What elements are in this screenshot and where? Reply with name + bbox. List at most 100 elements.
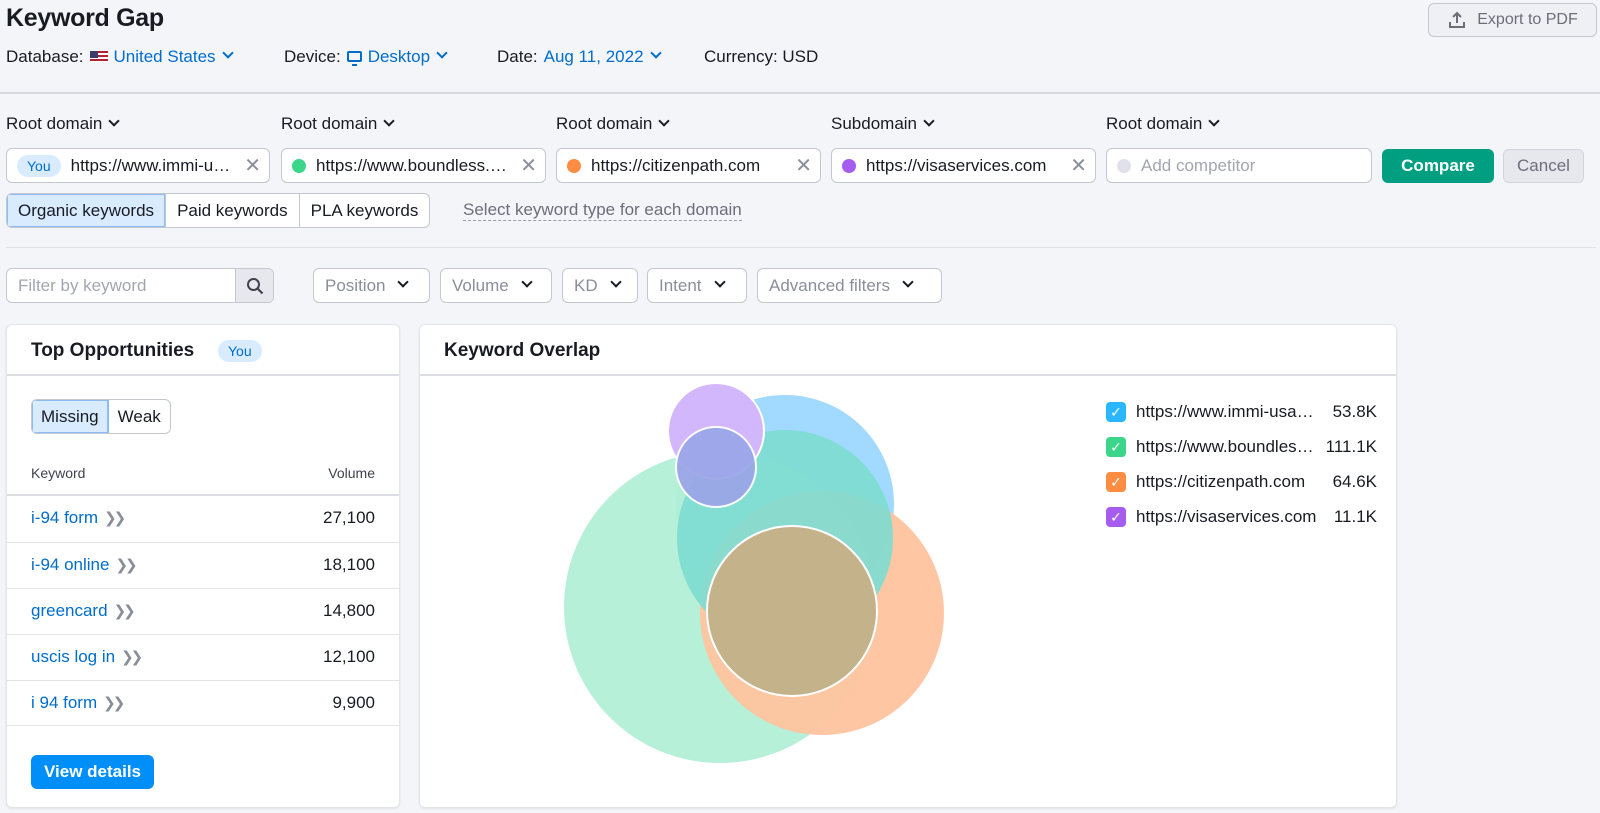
checkbox-icon[interactable]: ✓	[1106, 437, 1126, 457]
close-icon[interactable]: ✕	[520, 153, 537, 178]
volume-value: 14,800	[323, 601, 375, 620]
cancel-button[interactable]: Cancel	[1503, 149, 1584, 183]
database-value: United States	[113, 47, 216, 66]
domain-input-competitor-3[interactable]: https://visaservices.com ✕	[831, 148, 1096, 183]
tab-missing[interactable]: Missing	[32, 400, 109, 433]
color-dot-icon	[1117, 158, 1131, 173]
chevron-down-icon	[397, 275, 410, 288]
compare-button[interactable]: Compare	[1382, 149, 1494, 183]
chevron-down-icon	[609, 275, 622, 288]
keyword-link[interactable]: i 94 form ❯❯	[31, 693, 125, 713]
domain-type-1[interactable]: Root domain	[6, 114, 121, 134]
legend-item[interactable]: ✓ https://citizenpath.com 64.6K	[1106, 470, 1377, 494]
keyword-link[interactable]: greencard ❯❯	[31, 601, 136, 621]
position-filter[interactable]: Position	[313, 268, 430, 303]
advanced-filters[interactable]: Advanced filters	[757, 268, 942, 303]
add-competitor-input[interactable]: Add competitor	[1106, 148, 1372, 183]
export-pdf-label: Export to PDF	[1477, 11, 1578, 28]
database-label: Database:	[6, 47, 84, 66]
tab-paid-keywords[interactable]: Paid keywords	[166, 194, 300, 227]
color-dot-icon	[567, 158, 581, 173]
volume-value: 9,900	[332, 693, 375, 712]
double-chevron-icon: ❯❯	[121, 649, 143, 666]
legend-count: 53.8K	[1332, 402, 1377, 421]
close-icon[interactable]: ✕	[795, 153, 812, 178]
device-selector[interactable]: Device: Desktop	[284, 47, 448, 67]
date-label: Date:	[497, 47, 538, 66]
checkbox-icon[interactable]: ✓	[1106, 507, 1126, 527]
chevron-down-icon	[383, 115, 396, 127]
search-button[interactable]	[235, 269, 273, 302]
double-chevron-icon: ❯❯	[113, 603, 136, 620]
volume-value: 12,100	[323, 647, 375, 666]
page-title: Keyword Gap	[6, 4, 164, 32]
table-row: uscis log in ❯❯ 12,100	[7, 634, 399, 680]
checkbox-icon[interactable]: ✓	[1106, 402, 1126, 422]
you-badge: You	[218, 340, 262, 362]
table-row: i-94 online ❯❯ 18,100	[7, 542, 399, 588]
kd-filter[interactable]: KD	[562, 268, 638, 303]
legend-item[interactable]: ✓ https://www.immi-usa.com 53.8K	[1106, 400, 1377, 424]
search-icon	[246, 277, 263, 294]
keyword-link[interactable]: uscis log in ❯❯	[31, 647, 143, 667]
chevron-down-icon	[1208, 115, 1221, 127]
intent-filter[interactable]: Intent	[647, 268, 747, 303]
view-details-button[interactable]: View details	[31, 755, 154, 789]
legend-label: https://citizenpath.com	[1136, 472, 1306, 491]
volume-filter[interactable]: Volume	[440, 268, 552, 303]
tab-organic-keywords[interactable]: Organic keywords	[7, 194, 167, 227]
volume-value: 18,100	[323, 555, 375, 574]
chevron-down-icon	[902, 275, 914, 288]
missing-weak-tabs: Missing Weak	[31, 399, 171, 434]
legend-label: https://visaservices.com	[1136, 507, 1317, 526]
domain-input-competitor-1[interactable]: https://www.boundless.com ✕	[281, 148, 546, 183]
you-badge: You	[17, 154, 61, 177]
color-dot-icon	[842, 158, 856, 173]
keyword-link[interactable]: i-94 form ❯❯	[31, 508, 126, 528]
divider	[0, 92, 1600, 94]
close-icon[interactable]: ✕	[244, 153, 261, 178]
double-chevron-icon: ❯❯	[104, 510, 126, 527]
legend-label: https://www.boundless.com	[1136, 437, 1317, 456]
us-flag-icon	[89, 51, 108, 63]
chevron-down-icon	[649, 47, 662, 59]
venn-circle-overlap-core	[706, 525, 878, 697]
tab-weak[interactable]: Weak	[109, 400, 170, 433]
tab-pla-keywords[interactable]: PLA keywords	[300, 194, 430, 227]
column-header-volume: Volume	[328, 465, 375, 481]
keyword-overlap-card: Keyword Overlap ✓ https://www.immi-usa.c…	[419, 324, 1397, 808]
domain-type-4[interactable]: Subdomain	[831, 114, 935, 134]
legend-item[interactable]: ✓ https://visaservices.com 11.1K	[1106, 505, 1377, 529]
table-row: greencard ❯❯ 14,800	[7, 588, 399, 634]
domain-type-5[interactable]: Root domain	[1106, 114, 1221, 134]
date-selector[interactable]: Date: Aug 11, 2022	[497, 47, 662, 67]
close-icon[interactable]: ✕	[1070, 153, 1087, 178]
chevron-down-icon	[521, 275, 533, 288]
keyword-link[interactable]: i-94 online ❯❯	[31, 555, 138, 575]
chevron-down-icon	[108, 115, 121, 127]
database-selector[interactable]: Database: United States	[6, 47, 234, 67]
legend-label: https://www.immi-usa.com	[1136, 402, 1317, 421]
legend-count: 11.1K	[1333, 507, 1377, 526]
legend-count: 111.1K	[1325, 437, 1377, 456]
table-row: i-94 form ❯❯ 27,100	[7, 496, 399, 542]
domain-type-3[interactable]: Root domain	[556, 114, 671, 134]
filter-keyword-input[interactable]: Filter by keyword	[6, 268, 274, 303]
domain-value: https://www.boundless.com	[316, 155, 513, 175]
legend-item[interactable]: ✓ https://www.boundless.com 111.1K	[1106, 435, 1377, 459]
checkbox-icon[interactable]: ✓	[1106, 472, 1126, 492]
venn-circle-overlap-visa	[675, 426, 757, 508]
double-chevron-icon: ❯❯	[103, 695, 125, 712]
upload-icon	[1449, 11, 1466, 28]
keyword-type-hint-link[interactable]: Select keyword type for each domain	[463, 200, 742, 221]
chevron-down-icon	[436, 47, 448, 59]
domain-input-you[interactable]: You https://www.immi-usa.com ✕	[6, 148, 270, 183]
domain-input-competitor-2[interactable]: https://citizenpath.com ✕	[556, 148, 821, 183]
card-title: Top Opportunities	[31, 340, 195, 361]
domain-type-2[interactable]: Root domain	[281, 114, 396, 134]
export-pdf-button[interactable]: Export to PDF	[1428, 3, 1597, 37]
table-row: i 94 form ❯❯ 9,900	[7, 680, 399, 726]
divider	[6, 247, 1596, 248]
domain-value: https://visaservices.com	[866, 155, 1047, 175]
keyword-type-tabs: Organic keywords Paid keywords PLA keywo…	[6, 193, 431, 228]
